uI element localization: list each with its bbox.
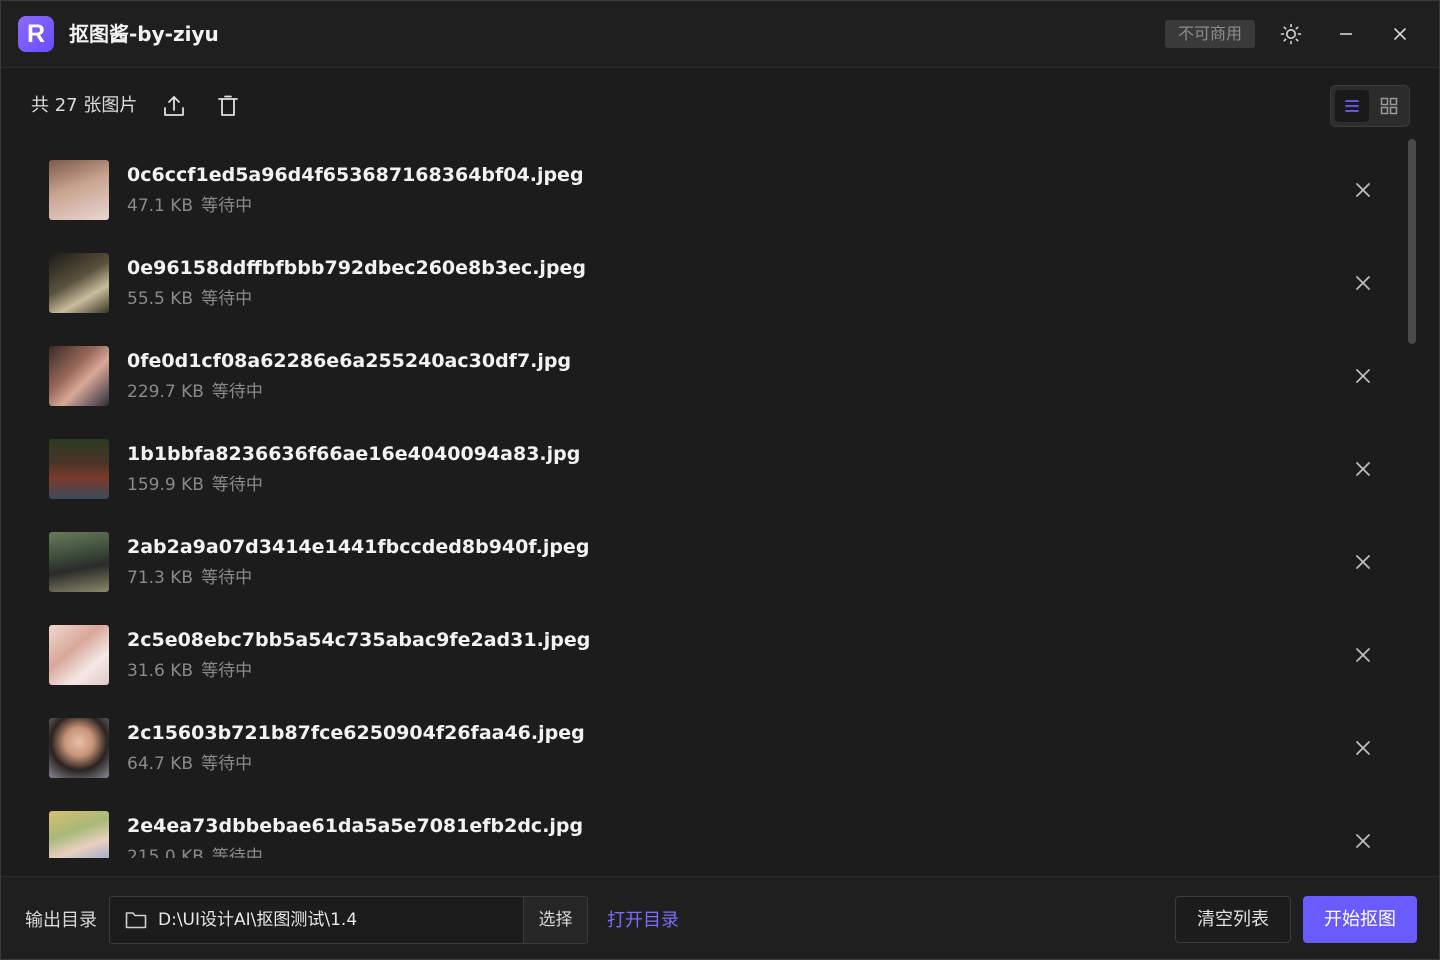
close-icon <box>1356 555 1370 569</box>
file-status: 等待中 <box>211 847 263 858</box>
close-icon <box>1356 276 1370 290</box>
file-meta: 159.9 KB 等待中 <box>127 472 263 498</box>
file-meta: 55.5 KB 等待中 <box>127 286 252 312</box>
list-item[interactable]: 0e96158ddffbfbbb792dbec260e8b3ec.jpeg 55… <box>1 234 1401 327</box>
non-commercial-badge: 不可商用 <box>1165 20 1255 48</box>
file-status: 等待中 <box>201 289 253 309</box>
trash-icon <box>218 95 238 116</box>
file-status: 等待中 <box>211 475 263 495</box>
remove-item-button[interactable] <box>1349 827 1377 855</box>
file-status: 等待中 <box>201 754 253 774</box>
file-name: 0e96158ddffbfbbb792dbec260e8b3ec.jpeg <box>127 257 587 279</box>
app-logo: R <box>18 16 54 52</box>
file-name: 0c6ccf1ed5a96d4f653687168364bf04.jpeg <box>127 164 584 186</box>
image-thumbnail <box>49 253 109 313</box>
image-thumbnail <box>49 160 109 220</box>
theme-toggle-button[interactable] <box>1275 18 1307 50</box>
list-scrollbar[interactable] <box>1408 139 1416 344</box>
image-thumbnail <box>49 625 109 685</box>
file-name: 2c15603b721b87fce6250904f26faa46.jpeg <box>127 722 585 744</box>
file-status: 等待中 <box>201 661 253 681</box>
remove-item-button[interactable] <box>1349 362 1377 390</box>
remove-item-button[interactable] <box>1349 548 1377 576</box>
image-thumbnail <box>49 811 109 858</box>
file-status: 等待中 <box>211 382 263 402</box>
upload-icon <box>164 96 184 116</box>
file-size: 55.5 KB <box>127 289 194 309</box>
close-icon <box>1356 183 1370 197</box>
file-meta: 64.7 KB 等待中 <box>127 751 252 777</box>
close-icon <box>1356 741 1370 755</box>
grid-icon <box>1380 97 1398 115</box>
open-dir-link[interactable]: 打开目录 <box>607 908 679 934</box>
file-size: 215.0 KB <box>127 847 204 858</box>
image-thumbnail <box>49 439 109 499</box>
close-icon <box>1356 834 1370 848</box>
list-item[interactable]: 2ab2a9a07d3414e1441fbccded8b940f.jpeg 71… <box>1 513 1401 606</box>
upload-button[interactable] <box>160 92 188 120</box>
file-name: 1b1bbfa8236636f66ae16e4040094a83.jpg <box>127 443 581 465</box>
image-count: 共 27 张图片 <box>31 95 138 116</box>
file-list[interactable]: 0c6ccf1ed5a96d4f653687168364bf04.jpeg 47… <box>1 141 1401 858</box>
file-size: 31.6 KB <box>127 661 194 681</box>
app-title: 抠图酱-by-ziyu <box>69 22 219 46</box>
delete-all-button[interactable] <box>214 92 242 120</box>
file-name: 2c5e08ebc7bb5a54c735abac9fe2ad31.jpeg <box>127 629 591 651</box>
file-status: 等待中 <box>201 196 253 216</box>
list-item[interactable]: 2c15603b721b87fce6250904f26faa46.jpeg 64… <box>1 699 1401 792</box>
image-thumbnail <box>49 718 109 778</box>
remove-item-button[interactable] <box>1349 176 1377 204</box>
close-window-button[interactable] <box>1384 18 1416 50</box>
file-size: 64.7 KB <box>127 754 194 774</box>
view-mode-toggle <box>1330 85 1410 127</box>
file-size: 47.1 KB <box>127 196 194 216</box>
output-path-text: D:\UI设计AI\抠图测试\1.4 <box>158 910 358 930</box>
clear-list-button[interactable]: 清空列表 <box>1175 896 1291 943</box>
minimize-icon <box>1340 33 1352 35</box>
minimize-button[interactable] <box>1330 18 1362 50</box>
remove-item-button[interactable] <box>1349 455 1377 483</box>
list-item[interactable]: 0fe0d1cf08a62286e6a255240ac30df7.jpg 229… <box>1 327 1401 420</box>
list-item[interactable]: 0c6ccf1ed5a96d4f653687168364bf04.jpeg 47… <box>1 141 1401 234</box>
remove-item-button[interactable] <box>1349 734 1377 762</box>
file-meta: 229.7 KB 等待中 <box>127 379 263 405</box>
output-dir-label: 输出目录 <box>25 910 97 931</box>
remove-item-button[interactable] <box>1349 641 1377 669</box>
file-size: 71.3 KB <box>127 568 194 588</box>
file-meta: 47.1 KB 等待中 <box>127 193 252 219</box>
image-thumbnail <box>49 532 109 592</box>
image-thumbnail <box>49 346 109 406</box>
close-icon <box>1356 369 1370 383</box>
list-item[interactable]: 2e4ea73dbbebae61da5a5e7081efb2dc.jpg 215… <box>1 792 1401 858</box>
output-path-field[interactable]: D:\UI设计AI\抠图测试\1.4 选择 <box>109 896 588 944</box>
file-status: 等待中 <box>201 568 253 588</box>
file-meta: 31.6 KB 等待中 <box>127 658 252 684</box>
title-bar[interactable]: R 抠图酱-by-ziyu 不可商用 <box>1 1 1439 68</box>
close-icon <box>1394 28 1406 40</box>
grid-view-button[interactable] <box>1372 90 1406 122</box>
list-item[interactable]: 2c5e08ebc7bb5a54c735abac9fe2ad31.jpeg 31… <box>1 606 1401 699</box>
list-icon <box>1345 100 1359 112</box>
file-meta: 215.0 KB 等待中 <box>127 844 263 858</box>
file-size: 159.9 KB <box>127 475 204 495</box>
close-icon <box>1356 648 1370 662</box>
start-cutout-button[interactable]: 开始抠图 <box>1303 896 1417 943</box>
list-item[interactable]: 1b1bbfa8236636f66ae16e4040094a83.jpg 159… <box>1 420 1401 513</box>
app-window: R 抠图酱-by-ziyu 不可商用 共 27 张图片 0c6ccf1ed5a9… <box>0 0 1440 960</box>
close-icon <box>1356 462 1370 476</box>
file-size: 229.7 KB <box>127 382 204 402</box>
folder-icon <box>125 912 147 929</box>
sun-icon <box>1280 23 1302 45</box>
footer-bar: 输出目录 D:\UI设计AI\抠图测试\1.4 选择 打开目录 清空列表 开始抠… <box>1 876 1439 959</box>
list-view-button[interactable] <box>1335 90 1369 122</box>
file-name: 2ab2a9a07d3414e1441fbccded8b940f.jpeg <box>127 536 590 558</box>
file-meta: 71.3 KB 等待中 <box>127 565 252 591</box>
file-name: 2e4ea73dbbebae61da5a5e7081efb2dc.jpg <box>127 815 584 837</box>
remove-item-button[interactable] <box>1349 269 1377 297</box>
file-name: 0fe0d1cf08a62286e6a255240ac30df7.jpg <box>127 350 572 372</box>
choose-dir-button[interactable]: 选择 <box>523 897 587 943</box>
